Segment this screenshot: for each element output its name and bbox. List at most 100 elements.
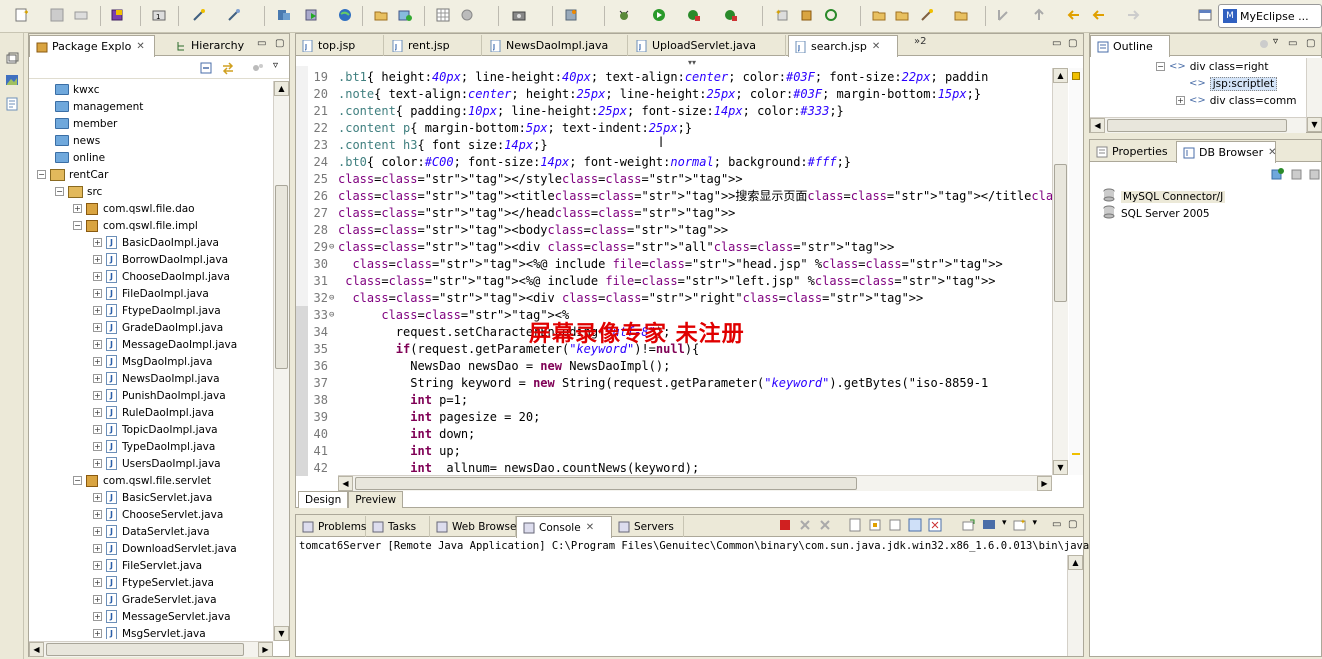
expand-icon[interactable]: + (93, 595, 102, 604)
code-line[interactable]: 36 NewsDao newsDao = new NewsDaoImpl(); (296, 357, 1052, 374)
java-file-item[interactable]: + J RuleDaoImpl.java (93, 404, 214, 421)
java-file-item[interactable]: + J TypeDaoImpl.java (93, 438, 215, 455)
open-folder2-icon[interactable] (893, 6, 911, 24)
java-file-item[interactable]: + J BasicDaoImpl.java (93, 234, 219, 251)
warning-marker[interactable] (1072, 453, 1080, 455)
new-class-icon[interactable]: ✦ (773, 6, 791, 24)
console-vertical-scrollbar[interactable]: ▲ (1067, 555, 1083, 656)
expand-icon[interactable]: + (93, 544, 102, 553)
tool-icon[interactable] (562, 6, 580, 24)
code-line[interactable]: 30 class=class="str">"tag"><%@ include f… (296, 255, 1052, 272)
new-package-icon[interactable] (797, 6, 815, 24)
tab-design[interactable]: Design (298, 491, 349, 508)
run-server-icon[interactable] (303, 6, 321, 24)
coverage-icon[interactable] (685, 6, 703, 24)
scroll-down-icon[interactable]: ▼ (1053, 460, 1068, 475)
perspective-switcher[interactable]: M MyEclipse ... (1218, 4, 1322, 28)
collapse-all-icon[interactable] (199, 61, 213, 78)
show-console-icon[interactable] (888, 518, 902, 535)
minimize-icon[interactable]: ▭ (1052, 38, 1061, 49)
expand-icon[interactable]: + (93, 612, 102, 621)
image-view-icon[interactable] (5, 73, 19, 87)
deploy-icon[interactable] (275, 6, 293, 24)
view-menu-icon[interactable] (251, 61, 265, 78)
fold-icon[interactable]: ⊖ (329, 242, 334, 252)
camera-icon[interactable] (510, 6, 528, 24)
dropdown-chevron-icon[interactable]: ▿ (1273, 36, 1278, 47)
close-icon[interactable]: ✕ (586, 522, 594, 533)
tab-package-explorer[interactable]: Package Explo ✕ (29, 35, 155, 57)
close-icon[interactable]: ✕ (136, 41, 144, 52)
fold-icon[interactable]: ⊖ (329, 293, 334, 303)
outline-horizontal-scrollbar[interactable]: ◀ (1090, 117, 1306, 133)
tab-db-browser[interactable]: DB Browser ✕ (1176, 141, 1276, 163)
scroll-down-icon[interactable]: ▼ (274, 626, 289, 641)
code-line[interactable]: 20 .note{ text-align:center; height:25px;… (296, 85, 1052, 102)
code-line[interactable]: 28 class=class="str">"tag"><bodyclass=cla… (296, 221, 1052, 238)
expand-icon[interactable]: + (93, 323, 102, 332)
add-icon[interactable] (396, 6, 414, 24)
scroll-left-icon[interactable]: ◀ (1090, 118, 1105, 133)
folder3-icon[interactable] (952, 6, 970, 24)
expand-icon[interactable]: + (93, 629, 102, 638)
tab-preview[interactable]: Preview (348, 491, 404, 508)
magic-icon[interactable] (918, 6, 936, 24)
expand-icon[interactable]: + (1176, 96, 1185, 105)
code-area[interactable]: 19 .bt1{ height:40px; line-height:40px; t… (296, 68, 1052, 476)
java-file-item[interactable]: + J MessageDaoImpl.java (93, 336, 237, 353)
expand-icon[interactable]: + (93, 255, 102, 264)
save-icon[interactable] (48, 6, 66, 24)
tab-console[interactable]: Console ✕ (516, 516, 612, 538)
fold-icon[interactable]: ⊖ (329, 310, 334, 320)
grid-icon[interactable] (434, 6, 452, 24)
expand-icon[interactable]: + (93, 459, 102, 468)
forward-icon[interactable] (1124, 6, 1142, 24)
expand-icon[interactable]: + (93, 493, 102, 502)
server-icon[interactable]: 1 (150, 6, 168, 24)
outline-item[interactable]: + <> div class=comm (1176, 92, 1296, 109)
db-connection-item[interactable]: SQL Server 2005 (1102, 205, 1210, 222)
scroll-right-icon[interactable]: ▶ (258, 642, 273, 657)
scroll-thumb[interactable] (46, 643, 244, 656)
editor-vertical-scrollbar[interactable]: ▲ ▼ (1052, 68, 1068, 475)
external-icon[interactable] (722, 6, 740, 24)
clear-console-icon[interactable] (848, 518, 862, 535)
code-line[interactable]: 27 class=class="str">"tag"></headclass=cl… (296, 204, 1052, 221)
tab-properties[interactable]: Properties (1090, 141, 1176, 162)
code-line[interactable]: 32 ⊖ class=class="str">"tag"><div class=c… (296, 289, 1052, 306)
pin-console-icon[interactable] (928, 518, 942, 535)
db-connection-item[interactable]: MySQL Connector/J (1102, 188, 1226, 205)
expand-icon[interactable]: + (93, 527, 102, 536)
java-file-item[interactable]: + J DownloadServlet.java (93, 540, 237, 557)
code-line[interactable]: 37 String keyword = new String(request.g… (296, 374, 1052, 391)
java-file-item[interactable]: + J UsersDaoImpl.java (93, 455, 221, 472)
wizard-icon[interactable] (190, 6, 208, 24)
package-item[interactable]: − com.qswl.file.impl (73, 217, 198, 234)
expand-icon[interactable]: + (93, 340, 102, 349)
terminate-icon[interactable] (778, 518, 792, 535)
code-line[interactable]: 19 .bt1{ height:40px; line-height:40px; t… (296, 68, 1052, 85)
scroll-thumb[interactable] (275, 185, 288, 369)
java-file-item[interactable]: + J BorrowDaoImpl.java (93, 251, 228, 268)
scroll-left-icon[interactable]: ◀ (29, 642, 44, 657)
code-line[interactable]: 40 int down; (296, 425, 1052, 442)
java-file-item[interactable]: + J FtypeDaoImpl.java (93, 302, 221, 319)
outline-vertical-scrollbar[interactable]: ▼ (1306, 58, 1322, 132)
java-file-item[interactable]: + J ChooseServlet.java (93, 506, 223, 523)
folder-item[interactable]: kwxc (55, 81, 99, 98)
scroll-right-icon[interactable]: ▶ (1037, 476, 1052, 491)
code-line[interactable]: 29 ⊖ class=class="str">"tag"><div class=cl… (296, 238, 1052, 255)
java-file-item[interactable]: + J NewsDaoImpl.java (93, 370, 220, 387)
scroll-thumb[interactable] (1107, 119, 1287, 132)
scroll-down-icon[interactable]: ▼ (1307, 117, 1322, 132)
scroll-up-icon[interactable]: ▲ (1068, 555, 1083, 570)
expand-icon[interactable]: + (73, 204, 82, 213)
package-tree-horizontal-scrollbar[interactable]: ◀ ▶ (29, 641, 273, 657)
java-file-item[interactable]: + J FtypeServlet.java (93, 574, 214, 591)
disconnect-icon[interactable] (1308, 167, 1322, 184)
expand-icon[interactable]: + (93, 374, 102, 383)
remove-all-icon[interactable] (818, 518, 832, 535)
minimize-icon[interactable]: ▭ (257, 38, 266, 49)
editor-tab[interactable]: search.jsp ✕ (788, 35, 898, 57)
java-file-item[interactable]: + J FileDaoImpl.java (93, 285, 209, 302)
